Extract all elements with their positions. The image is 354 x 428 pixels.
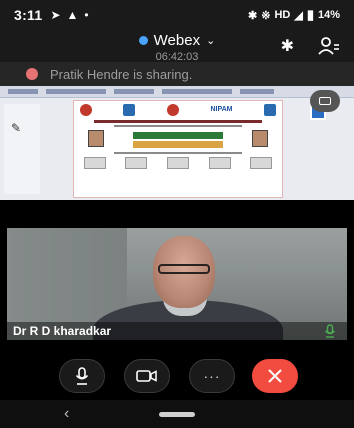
battery-percent: 14% [317, 9, 340, 21]
bluetooth-audio-icon[interactable]: ✱ [281, 36, 294, 56]
sharing-banner: Pratik Hendre is sharing. [0, 62, 354, 86]
sharing-text: Pratik Hendre is sharing. [50, 66, 193, 82]
sharing-indicator-icon [26, 68, 38, 80]
status-time: 3:11 [14, 7, 43, 23]
webex-status-icon [138, 36, 148, 45]
shared-app-toolbar [0, 86, 354, 98]
microphone-icon [75, 367, 89, 385]
speaker-photo [250, 157, 273, 169]
speaker-photo [125, 157, 148, 169]
participant-name: Dr R D kharadkar [13, 324, 112, 338]
system-nav-bar: ‹ [0, 400, 354, 428]
speaker-photo [251, 130, 268, 147]
app-title: Webex [153, 32, 201, 49]
slide-text [114, 152, 242, 154]
microphone-active-icon [324, 324, 336, 338]
call-controls: ··· [0, 340, 354, 400]
slide-logo [80, 103, 92, 116]
slide-brand: NIPAM [210, 106, 233, 113]
shared-screen[interactable]: ✎ NIPAM [0, 86, 354, 200]
wifi-icon: ※ [261, 9, 271, 22]
signal-icon: ◢ [294, 9, 303, 22]
camera-button[interactable] [124, 359, 170, 393]
network-label: HD [274, 9, 291, 21]
battery-icon: ▮ [306, 7, 314, 22]
participant-name-bar: Dr R D kharadkar [7, 322, 347, 340]
speaker-photo [83, 157, 106, 169]
back-icon[interactable]: ‹ [64, 405, 69, 423]
speaker-photo [166, 157, 189, 169]
meeting-title-button[interactable]: Webex ⌄ [138, 32, 216, 49]
slide-logo [166, 103, 179, 116]
dot-icon: • [84, 8, 89, 22]
minimize-share-button[interactable] [310, 90, 340, 112]
slide-heading [94, 120, 262, 123]
more-options-button[interactable]: ··· [189, 359, 235, 393]
alert-icon: ▲ [66, 8, 79, 22]
close-icon [268, 369, 282, 383]
slide-banner [132, 141, 223, 148]
minimize-icon [319, 97, 331, 105]
more-icon: ··· [203, 368, 221, 384]
speaker-photo [208, 157, 231, 169]
mute-button[interactable] [59, 359, 105, 393]
pen-icon: ✎ [11, 121, 22, 135]
slide-logo [123, 103, 136, 116]
slide-logo [263, 103, 276, 116]
bluetooth-icon: ✱ [248, 9, 258, 22]
slide-banner [132, 132, 223, 139]
leave-meeting-button[interactable] [252, 359, 298, 393]
meeting-header: Webex ⌄ 06:42:03 ✱ [0, 30, 354, 63]
speaker-photo [88, 130, 105, 147]
status-bar: 3:11 ➤ ▲ • ✱ ※ HD ◢ ▮ 14% [0, 0, 354, 30]
home-gesture-bar[interactable] [159, 412, 195, 417]
chevron-down-icon: ⌄ [206, 35, 216, 47]
shared-side-panel: ✎ [4, 104, 40, 194]
send-icon: ➤ [50, 8, 61, 22]
camera-icon [136, 370, 157, 382]
participants-icon[interactable] [318, 36, 340, 56]
presentation-slide: NIPAM [73, 100, 283, 198]
slide-subheading [114, 125, 242, 127]
